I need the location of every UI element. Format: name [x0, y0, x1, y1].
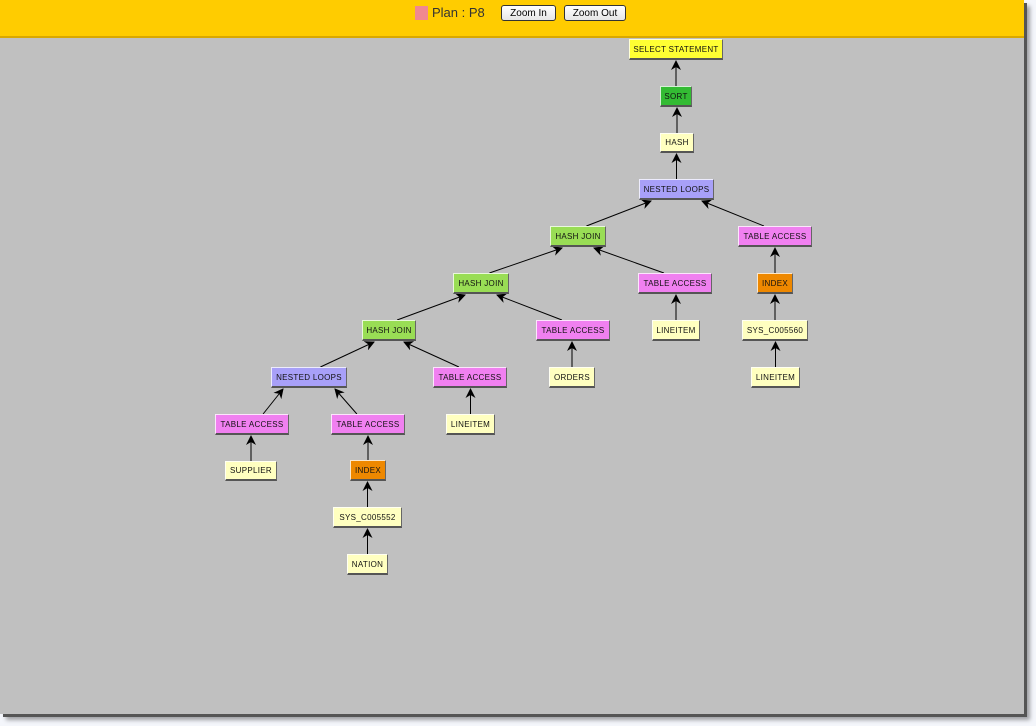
plan-viewer-window: Plan : P8 Zoom In Zoom Out SELECT STATEM…	[0, 0, 1024, 714]
plan-node-lineitem[interactable]: LINEITEM	[446, 414, 495, 435]
plan-node-label: TABLE ACCESS	[438, 372, 502, 382]
plan-node-label: INDEX	[355, 465, 381, 475]
edge-n15-to-n10	[403, 341, 460, 368]
plan-node-nested-loops[interactable]: NESTED LOOPS	[639, 179, 714, 200]
plan-node-label: ORDERS	[553, 372, 591, 382]
plan-node-index[interactable]: INDEX	[350, 460, 386, 481]
plan-node-table-access[interactable]: TABLE ACCESS	[738, 226, 812, 247]
plan-node-table-access[interactable]: TABLE ACCESS	[536, 320, 610, 341]
plan-node-label: SORT	[664, 91, 688, 101]
plan-node-label: NATION	[351, 559, 384, 569]
plan-node-label: SELECT STATEMENT	[633, 44, 719, 54]
plan-title: Plan : P8	[432, 5, 485, 20]
plan-node-table-access[interactable]: TABLE ACCESS	[433, 367, 507, 388]
edge-n7-to-n5	[489, 246, 563, 274]
plan-node-label: TABLE ACCESS	[541, 325, 605, 335]
plan-node-hash[interactable]: HASH	[660, 133, 694, 153]
plan-node-label: NESTED LOOPS	[643, 184, 710, 194]
plan-node-sort[interactable]: SORT	[660, 86, 692, 107]
plan-node-nested-loops[interactable]: NESTED LOOPS	[271, 367, 347, 388]
edge-n14-to-n10	[320, 341, 375, 368]
plan-node-label: TABLE ACCESS	[643, 278, 707, 288]
plan-node-index[interactable]: INDEX	[757, 273, 793, 294]
plan-node-label: HASH JOIN	[366, 325, 412, 335]
plan-node-label: TABLE ACCESS	[336, 419, 400, 429]
plan-node-table-access[interactable]: TABLE ACCESS	[638, 273, 712, 294]
plan-node-label: LINEITEM	[755, 372, 796, 382]
plan-tree-edges	[246, 60, 781, 554]
plan-color-swatch	[415, 6, 428, 20]
zoom-out-button[interactable]: Zoom Out	[564, 5, 626, 21]
plan-node-label: LINEITEM	[656, 325, 696, 335]
plan-node-label: INDEX	[762, 278, 788, 288]
plan-node-lineitem[interactable]: LINEITEM	[652, 320, 700, 341]
plan-node-label: HASH JOIN	[555, 231, 601, 241]
plan-node-label: SUPPLIER	[230, 466, 272, 475]
plan-node-lineitem[interactable]: LINEITEM	[751, 367, 800, 388]
plan-node-label: LINEITEM	[450, 419, 491, 429]
plan-node-label: SYS_C005560	[746, 325, 804, 335]
plan-node-label: TABLE ACCESS	[743, 231, 807, 241]
plan-node-sys-c005560[interactable]: SYS_C005560	[742, 320, 808, 341]
edge-n6-to-n4	[701, 199, 765, 227]
plan-node-table-access[interactable]: TABLE ACCESS	[215, 414, 289, 435]
edge-n10-to-n7	[396, 293, 466, 321]
plan-node-label: NESTED LOOPS	[276, 372, 342, 382]
edge-n5-to-n4	[586, 199, 652, 227]
plan-node-orders[interactable]: ORDERS	[549, 367, 595, 388]
edge-n8-to-n5	[593, 246, 665, 274]
edge-n19-to-n14	[334, 388, 358, 415]
plan-node-hash-join[interactable]: HASH JOIN	[550, 226, 606, 247]
edge-n11-to-n7	[496, 293, 563, 321]
zoom-in-button[interactable]: Zoom In	[501, 5, 556, 21]
plan-node-hash-join[interactable]: HASH JOIN	[453, 273, 509, 294]
plan-node-table-access[interactable]: TABLE ACCESS	[331, 414, 405, 435]
plan-node-label: HASH	[665, 138, 689, 147]
plan-node-label: HASH JOIN	[458, 278, 504, 288]
plan-node-supplier[interactable]: SUPPLIER	[225, 461, 277, 481]
plan-tree-canvas: SELECT STATEMENT SORT HASH NESTED LOOPS HASH…	[0, 38, 1024, 714]
plan-node-sys-c005552[interactable]: SYS_C005552	[333, 507, 402, 528]
plan-node-label: TABLE ACCESS	[220, 419, 284, 429]
plan-node-label: SYS_C005552	[339, 512, 396, 522]
plan-node-hash-join[interactable]: HASH JOIN	[362, 320, 416, 341]
toolbar: Plan : P8 Zoom In Zoom Out	[0, 0, 1024, 38]
edge-n18-to-n14	[262, 388, 284, 415]
plan-node-nation[interactable]: NATION	[347, 554, 388, 575]
plan-node-select-statement[interactable]: SELECT STATEMENT	[629, 39, 723, 60]
